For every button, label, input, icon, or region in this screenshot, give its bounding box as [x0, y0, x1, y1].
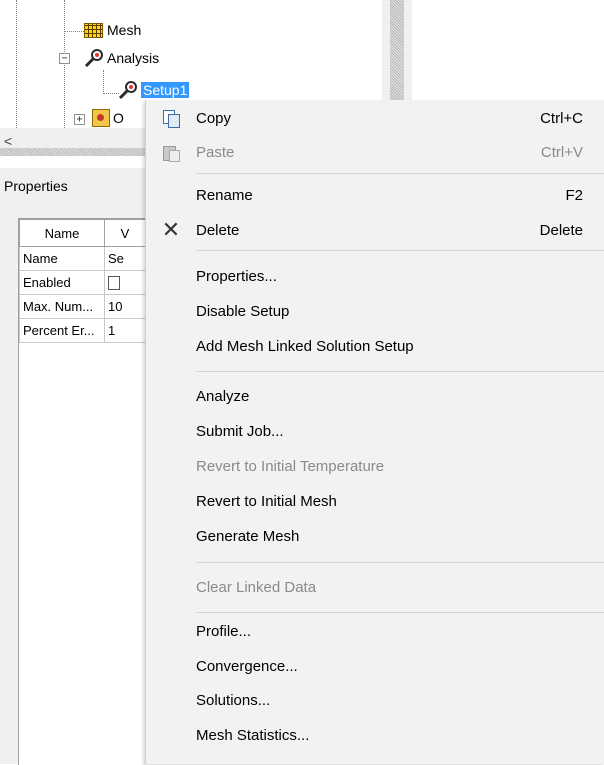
menu-item-delete[interactable]: ✕ Delete Delete — [146, 215, 604, 245]
tree-item-mesh[interactable]: Mesh — [84, 20, 141, 40]
tree-connector — [103, 70, 104, 94]
menu-item-shortcut: F2 — [565, 186, 583, 204]
tree-horizontal-scrollbar[interactable]: < — [0, 128, 145, 156]
menu-item-label: Delete — [196, 221, 240, 239]
tree-item-label: Mesh — [107, 22, 142, 38]
menu-item-properties[interactable]: Properties... — [146, 261, 604, 291]
delete-icon: ✕ — [161, 217, 181, 242]
menu-item-label: Clear Linked Data — [196, 578, 317, 596]
properties-panel-title: Properties — [0, 168, 145, 204]
menu-item-label: Submit Job... — [196, 422, 284, 440]
menu-item-copy[interactable]: Copy Ctrl+C — [146, 103, 604, 133]
tree-item-optimetrics[interactable]: O — [92, 108, 124, 128]
menu-item-label: Revert to Initial Temperature — [196, 457, 385, 475]
property-name: Enabled — [19, 270, 105, 295]
menu-item-label: Convergence... — [196, 657, 298, 675]
tree-item-label: Analysis — [107, 50, 160, 66]
property-value[interactable]: Se — [104, 246, 146, 271]
menu-item-label: Revert to Initial Mesh — [196, 492, 337, 510]
menu-item-label: Copy — [196, 109, 232, 127]
menu-separator — [196, 173, 604, 174]
menu-item-shortcut: Ctrl+V — [540, 143, 583, 161]
menu-item-label: Analyze — [196, 387, 250, 405]
menu-item-add-mesh-linked-solution-setup[interactable]: Add Mesh Linked Solution Setup — [146, 331, 604, 361]
column-header-name[interactable]: Name — [19, 219, 105, 247]
property-name: Name — [19, 246, 105, 271]
copy-icon — [162, 109, 180, 128]
menu-item-clear-linked-data[interactable]: Clear Linked Data — [146, 572, 604, 602]
context-menu[interactable]: Copy Ctrl+C Paste Ctrl+V Rename F2 ✕ Del… — [145, 100, 604, 764]
setup-icon — [118, 81, 137, 99]
property-name: Max. Num... — [19, 294, 105, 319]
menu-item-mesh-statistics[interactable]: Mesh Statistics... — [146, 720, 604, 750]
menu-item-revert-initial-temperature[interactable]: Revert to Initial Temperature — [146, 451, 604, 481]
menu-item-profile[interactable]: Profile... — [146, 616, 604, 646]
optimetrics-icon — [92, 109, 110, 127]
menu-separator — [196, 371, 604, 372]
property-value[interactable]: 10 — [104, 294, 146, 319]
menu-item-convergence[interactable]: Convergence... — [146, 651, 604, 681]
menu-item-label: Paste — [196, 143, 235, 161]
analysis-icon — [84, 49, 103, 67]
menu-item-generate-mesh[interactable]: Generate Mesh — [146, 521, 604, 551]
menu-item-disable-setup[interactable]: Disable Setup — [146, 296, 604, 326]
tree-item-label: O — [113, 110, 124, 126]
menu-item-solutions[interactable]: Solutions... — [146, 685, 604, 715]
menu-item-label: Disable Setup — [196, 302, 290, 320]
expand-icon[interactable]: + — [74, 114, 85, 125]
tree-connector — [64, 31, 84, 32]
table-row[interactable]: Name Se — [19, 246, 146, 271]
tree-item-setup1[interactable]: Setup1 — [118, 80, 190, 100]
tree-connector — [64, 0, 65, 130]
table-row[interactable]: Enabled — [19, 270, 146, 295]
enabled-checkbox[interactable] — [108, 276, 120, 291]
menu-separator — [196, 250, 604, 251]
property-value[interactable]: 1 — [104, 318, 146, 343]
menu-item-label: Mesh Statistics... — [196, 726, 310, 744]
scrollbar-track[interactable] — [0, 148, 145, 156]
menu-item-label: Properties... — [196, 267, 277, 285]
tree-item-analysis[interactable]: Analysis — [84, 48, 159, 68]
properties-grid[interactable]: Name V Name Se Enabled Max. Num... 10 Pe… — [18, 218, 146, 765]
table-row[interactable]: Percent Er... 1 — [19, 318, 146, 343]
menu-item-rename[interactable]: Rename F2 — [146, 180, 604, 210]
scroll-left-icon[interactable]: < — [4, 133, 12, 149]
menu-item-label: Solutions... — [196, 691, 271, 709]
column-header-value[interactable]: V — [104, 219, 146, 247]
property-value[interactable] — [104, 270, 146, 295]
tree-connector — [103, 93, 119, 94]
menu-separator — [196, 612, 604, 613]
paste-icon — [162, 143, 180, 162]
menu-item-submit-job[interactable]: Submit Job... — [146, 416, 604, 446]
menu-separator — [196, 562, 604, 563]
menu-item-label: Profile... — [196, 622, 252, 640]
mesh-icon — [84, 22, 103, 38]
menu-item-label: Add Mesh Linked Solution Setup — [196, 337, 414, 355]
property-name: Percent Er... — [19, 318, 105, 343]
menu-item-shortcut: Delete — [539, 221, 583, 239]
menu-item-analyze[interactable]: Analyze — [146, 381, 604, 411]
collapse-icon[interactable]: − — [59, 53, 70, 64]
menu-item-label: Generate Mesh — [196, 527, 300, 545]
table-row[interactable]: Max. Num... 10 — [19, 294, 146, 319]
menu-item-paste[interactable]: Paste Ctrl+V — [146, 137, 604, 167]
menu-item-shortcut: Ctrl+C — [540, 109, 583, 127]
menu-item-label: Rename — [196, 186, 253, 204]
menu-item-revert-initial-mesh[interactable]: Revert to Initial Mesh — [146, 486, 604, 516]
tree-connector — [16, 0, 17, 130]
tree-item-label: Setup1 — [141, 82, 190, 98]
